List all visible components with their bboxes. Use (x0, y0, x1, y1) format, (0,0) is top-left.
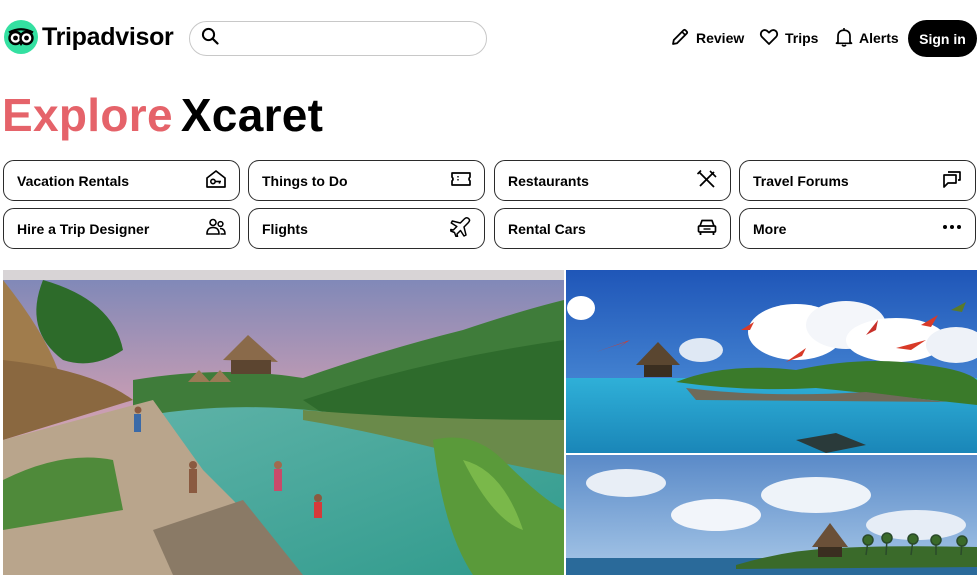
macaws-photo-image (566, 270, 977, 453)
nav-trips[interactable]: Trips (759, 28, 818, 48)
category-flights[interactable]: Flights (248, 208, 485, 249)
category-rental-cars[interactable]: Rental Cars (494, 208, 731, 249)
brand-name: Tripadvisor (42, 22, 174, 51)
page-title-explore: Explore (2, 89, 173, 141)
nav-alerts[interactable]: Alerts (835, 27, 899, 50)
airplane-icon (450, 217, 472, 240)
category-label: Restaurants (508, 172, 589, 189)
category-vacation-rentals[interactable]: Vacation Rentals (3, 160, 240, 201)
page-title: Explore Xcaret (2, 88, 323, 142)
gallery-photo-main[interactable] (3, 270, 564, 575)
search-input[interactable] (227, 30, 467, 47)
category-label: Rental Cars (508, 220, 586, 237)
utensils-icon (696, 169, 718, 192)
category-label: More (753, 220, 787, 237)
palapa-photo-image (566, 455, 977, 575)
sign-in-button[interactable]: Sign in (908, 20, 977, 57)
category-restaurants[interactable]: Restaurants (494, 160, 731, 201)
car-icon (696, 217, 718, 240)
nav-alerts-label: Alerts (859, 30, 899, 46)
ticket-icon (450, 170, 472, 191)
chat-bubbles-icon (941, 169, 963, 192)
category-label: Flights (262, 220, 308, 237)
house-key-icon (205, 169, 227, 192)
search-icon (201, 27, 219, 50)
page-title-location: Xcaret (180, 89, 324, 141)
category-travel-forums[interactable]: Travel Forums (739, 160, 976, 201)
category-label: Hire a Trip Designer (17, 220, 150, 237)
category-things-to-do[interactable]: Things to Do (248, 160, 485, 201)
tripadvisor-logo[interactable]: Tripadvisor (4, 20, 174, 54)
category-label: Travel Forums (753, 172, 849, 189)
ellipsis-icon (941, 217, 963, 240)
nav-review-label: Review (696, 30, 745, 46)
lagoon-photo-image (3, 270, 564, 575)
gallery-photo-macaws[interactable] (566, 270, 977, 453)
category-label: Vacation Rentals (17, 172, 130, 189)
gallery-photo-palapa[interactable] (566, 455, 977, 575)
category-hire-trip-designer[interactable]: Hire a Trip Designer (3, 208, 240, 249)
search-bar[interactable] (189, 21, 487, 56)
people-icon (205, 217, 227, 240)
owl-logo-icon (4, 20, 38, 54)
pencil-icon (670, 27, 690, 50)
nav-trips-label: Trips (785, 30, 819, 46)
bell-icon (835, 27, 853, 50)
category-more[interactable]: More (739, 208, 976, 249)
category-label: Things to Do (262, 172, 348, 189)
nav-review[interactable]: Review (670, 28, 744, 48)
top-header: Tripadvisor Review Trips Alerts Sign in (0, 0, 980, 76)
heart-icon (759, 27, 779, 50)
